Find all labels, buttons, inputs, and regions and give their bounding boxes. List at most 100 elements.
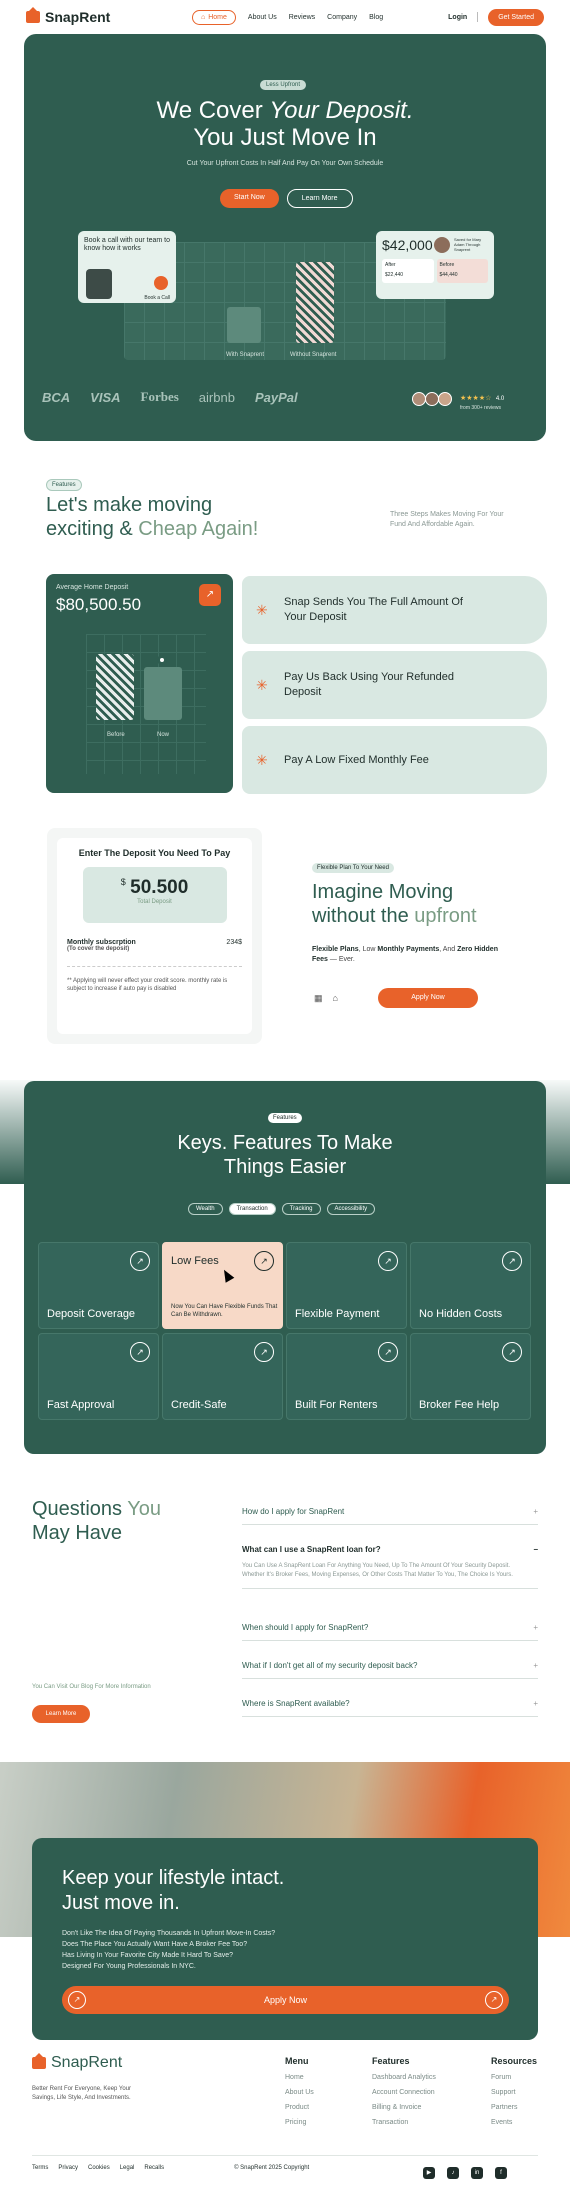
sparkle-icon: ✳	[256, 751, 268, 768]
faq-item[interactable]: How do I apply for SnapRent +	[242, 1507, 538, 1525]
hero-title-part2: You Just Move In	[193, 124, 377, 151]
hero-buttons: Start Now Learn More	[220, 189, 353, 208]
footer-link[interactable]: Home	[285, 2074, 314, 2081]
facebook-icon[interactable]: f	[495, 2167, 507, 2179]
footer-link[interactable]: Product	[285, 2104, 314, 2111]
brand-logo[interactable]: SnapRent	[26, 7, 110, 25]
footer-link[interactable]: Billing & Invoice	[372, 2104, 436, 2111]
cta-line: Has Living In Your Favorite City Made It…	[62, 1952, 234, 1959]
tab-tracking[interactable]: Tracking	[281, 1203, 321, 1215]
before-label: Before	[439, 262, 455, 268]
get-started-button[interactable]: Get Started	[488, 8, 544, 26]
tab-transaction[interactable]: Transaction	[228, 1203, 276, 1215]
cta-title: Keep your lifestyle intact. Just move in…	[62, 1866, 284, 1916]
footer-link-recalls[interactable]: Recalls	[144, 2165, 164, 2171]
book-call-card: Book a call with our team to know how it…	[78, 231, 176, 303]
nav-link-about[interactable]: About Us	[248, 14, 277, 21]
feature-card-built-for-renters[interactable]: ↗ Built For Renters	[286, 1333, 407, 1420]
features-title-line2: exciting &	[46, 518, 139, 540]
footer-link-legal[interactable]: Legal	[120, 2165, 135, 2171]
sparkle-icon: ✳	[256, 601, 268, 618]
page-root: SnapRent ⌂ Home About Us Reviews Company…	[0, 0, 570, 2194]
features-title-accent: Cheap Again!	[138, 518, 259, 540]
now-marker	[157, 655, 167, 665]
footer-link[interactable]: About Us	[285, 2089, 314, 2096]
nav-link-blog[interactable]: Blog	[369, 14, 383, 21]
cta-apply-label: Apply Now	[263, 1995, 308, 2005]
deposit-input-label: Total Deposit	[137, 899, 172, 905]
feature-card-broker-fee-help[interactable]: ↗ Broker Fee Help	[410, 1333, 531, 1420]
footer-col-title: Menu	[285, 2056, 309, 2066]
feature-card-credit-safe[interactable]: ↗ Credit-Safe	[162, 1333, 283, 1420]
faq-learn-more-button[interactable]: Learn More	[32, 1705, 90, 1723]
flexible-sub-plans: Flexible Plans	[312, 946, 359, 953]
apply-now-button[interactable]: Apply Now	[378, 988, 478, 1008]
footer-link[interactable]: Dashboard Analytics	[372, 2074, 436, 2081]
footer-link-privacy[interactable]: Privacy	[58, 2165, 78, 2171]
faq-item-open[interactable]: What can I use a SnapRent loan for? − You…	[242, 1545, 538, 1589]
avatar	[438, 392, 452, 406]
footer-link[interactable]: Partners	[491, 2104, 537, 2111]
cta-apply-button[interactable]: ↗ Apply Now ↗	[62, 1986, 509, 2014]
tiktok-icon[interactable]: ♪	[447, 2167, 459, 2179]
nav-links: ⌂ Home About Us Reviews Company Blog	[192, 9, 383, 25]
learn-more-button[interactable]: Learn More	[286, 189, 353, 208]
arrow-up-right-icon[interactable]: ↗	[502, 1342, 522, 1362]
star-rating-icon: ★★★★☆	[460, 395, 492, 402]
now-label: Now	[157, 732, 170, 738]
feature-card-low-fees[interactable]: Low Fees ↗ Now You Can Have Flexible Fun…	[162, 1242, 283, 1329]
nav-link-company[interactable]: Company	[327, 14, 357, 21]
arrow-up-right-icon[interactable]: ↗	[254, 1342, 274, 1362]
faq-item[interactable]: Where is SnapRent available? +	[242, 1699, 538, 1717]
calculator-note: ** Applying will never effect your credi…	[67, 978, 228, 992]
deposit-calculator: Enter The Deposit You Need To Pay $ 50.5…	[47, 828, 262, 1044]
arrow-up-right-icon[interactable]: ↗	[254, 1251, 274, 1271]
nav-link-home[interactable]: ⌂ Home	[192, 9, 236, 25]
footer-logo[interactable]: SnapRent	[32, 2053, 122, 2072]
before-box: Before $44,440	[436, 259, 488, 283]
cta-title-line2: Just move in.	[62, 1892, 180, 1914]
tab-wealth[interactable]: Wealth	[188, 1203, 223, 1215]
bank-icon[interactable]: ⌂	[333, 993, 338, 1004]
arrow-up-right-icon[interactable]: ↗	[199, 584, 221, 606]
feature-card-deposit-coverage[interactable]: ↗ Deposit Coverage	[38, 1242, 159, 1329]
house-icon	[26, 7, 40, 23]
footer-link[interactable]: Transaction	[372, 2119, 436, 2126]
cta-section: Keep your lifestyle intact. Just move in…	[32, 1838, 538, 2040]
footer-link-cookies[interactable]: Cookies	[88, 2165, 110, 2171]
linkedin-icon[interactable]: in	[471, 2167, 483, 2179]
deposit-input[interactable]: $ 50.500 Total Deposit	[82, 867, 227, 923]
arrow-up-right-icon[interactable]: ↗	[502, 1251, 522, 1271]
nav-link-reviews[interactable]: Reviews	[289, 14, 315, 21]
footer-link[interactable]: Account Connection	[372, 2089, 436, 2096]
arrow-up-right-icon[interactable]: ↗	[378, 1342, 398, 1362]
footer-link[interactable]: Pricing	[285, 2119, 314, 2126]
hero-title-part1: We Cover	[156, 97, 270, 124]
feature-card-flexible-payment[interactable]: ↗ Flexible Payment	[286, 1242, 407, 1329]
plus-icon: +	[533, 1623, 538, 1632]
footer-link-terms[interactable]: Terms	[32, 2165, 48, 2171]
hero-subtitle: Cut Your Upfront Costs In Half And Pay O…	[186, 160, 384, 167]
start-now-button[interactable]: Start Now	[220, 189, 279, 208]
footer-link[interactable]: Events	[491, 2119, 537, 2126]
feature-card-fast-approval[interactable]: ↗ Fast Approval	[38, 1333, 159, 1420]
hero-section: Less Upfront We Cover Your Deposit. You …	[24, 34, 546, 441]
faq-item[interactable]: When should I apply for SnapRent? +	[242, 1623, 538, 1641]
book-call-label[interactable]: Book a Call	[144, 294, 170, 302]
faq-item[interactable]: What if I don't get all of my security d…	[242, 1661, 538, 1679]
rating-reviews: from 300+ reviews	[460, 405, 501, 411]
feature-card-no-hidden-costs[interactable]: ↗ No Hidden Costs	[410, 1242, 531, 1329]
tab-accessibility[interactable]: Accessibility	[326, 1203, 376, 1215]
arrow-up-right-icon[interactable]: ↗	[130, 1342, 150, 1362]
footer-link[interactable]: Support	[491, 2089, 537, 2096]
before-label: Before	[107, 732, 125, 738]
login-link[interactable]: Login	[448, 14, 467, 21]
deposit-input-value[interactable]: 50.500	[130, 877, 188, 898]
phone-icon[interactable]	[154, 276, 168, 290]
footer-legal-links: Terms Privacy Cookies Legal Recalls	[32, 2165, 164, 2171]
arrow-up-right-icon[interactable]: ↗	[130, 1251, 150, 1271]
youtube-icon[interactable]: ▶	[423, 2167, 435, 2179]
footer-link[interactable]: Forum	[491, 2074, 537, 2081]
arrow-up-right-icon[interactable]: ↗	[378, 1251, 398, 1271]
grid-icon[interactable]: ▦	[314, 993, 323, 1004]
